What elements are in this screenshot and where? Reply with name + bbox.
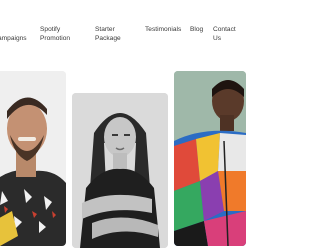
nav-link-spotify-promotion[interactable]: Spotify Promotion: [40, 25, 70, 44]
nav-link-contact-line1: Contact: [213, 26, 236, 33]
nav-link-starter-line2: Package: [95, 35, 121, 43]
nav-link-campaigns-line1: l: [0, 25, 27, 34]
nav-link-contact-us[interactable]: Contact Us: [213, 25, 236, 44]
nav-link-testimonials-label: Testimonials: [145, 26, 182, 33]
nav-link-starter-line1: Starter: [95, 26, 115, 33]
artist-photo-1: [0, 71, 66, 246]
artist-card-3[interactable]: [174, 71, 246, 246]
top-navigation: l ampaigns Spotify Promotion Starter Pac…: [0, 0, 240, 60]
nav-link-contact-line2: Us: [213, 35, 222, 43]
nav-link-campaigns[interactable]: l ampaigns: [0, 25, 27, 44]
artist-card-1[interactable]: [0, 71, 66, 246]
nav-link-blog-label: Blog: [190, 26, 204, 33]
nav-link-spotify-line2: Promotion: [40, 35, 71, 43]
artist-photo-3: [174, 71, 246, 246]
nav-link-starter-package[interactable]: Starter Package: [95, 25, 121, 44]
artist-photo-2: [72, 93, 168, 248]
nav-link-testimonials[interactable]: Testimonials: [145, 25, 181, 34]
nav-link-spotify-line1: Spotify: [40, 26, 61, 33]
artist-card-2[interactable]: [72, 93, 168, 248]
nav-link-campaigns-line2: ampaigns: [0, 35, 27, 43]
nav-link-blog[interactable]: Blog: [190, 25, 203, 34]
